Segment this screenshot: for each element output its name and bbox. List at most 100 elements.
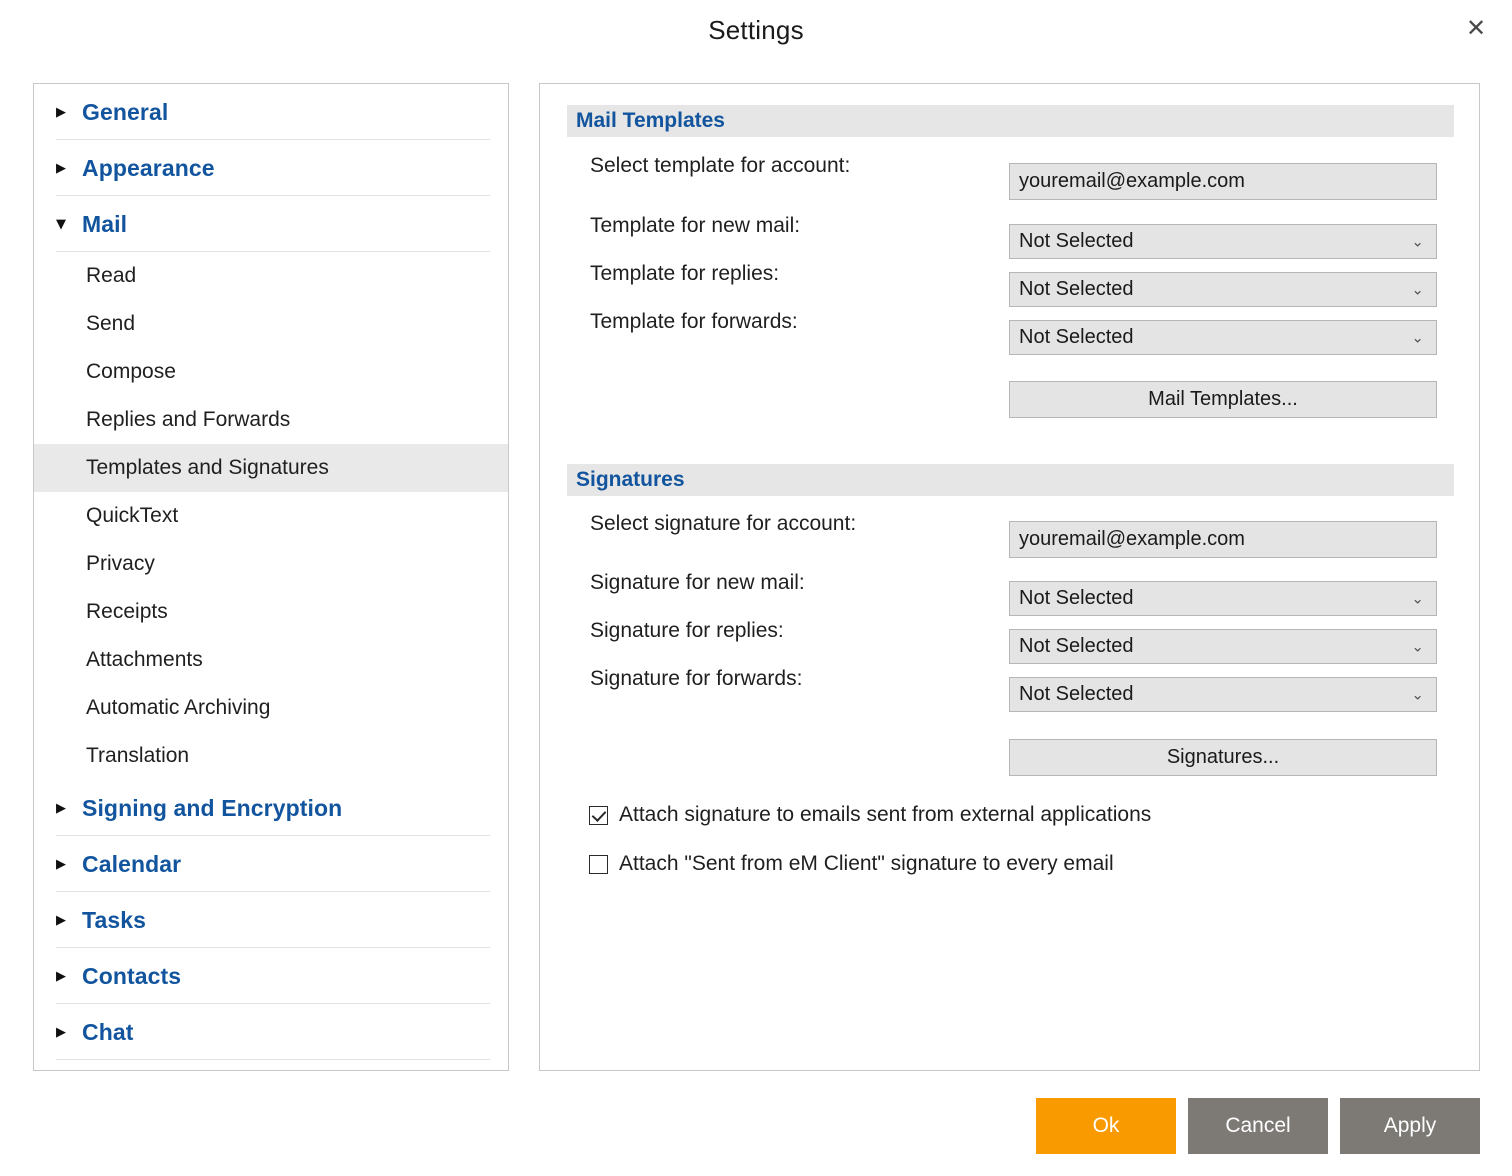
signatures-button-label: Signatures... bbox=[1166, 746, 1280, 768]
checkbox-attach-signature-external[interactable]: Attach signature to emails sent from ext… bbox=[589, 803, 1151, 827]
sidebar-group-label: Mail bbox=[82, 210, 128, 237]
select-signature-account-value: youremail@example.com bbox=[1019, 528, 1245, 550]
checkbox-indicator-checked[interactable] bbox=[589, 805, 608, 825]
sidebar-group-contacts[interactable]: ▶ Contacts bbox=[34, 948, 508, 1004]
chevron-right-icon: ▶ bbox=[56, 1024, 66, 1040]
sidebar-group-label: Appearance bbox=[82, 154, 215, 181]
sidebar-group-tasks[interactable]: ▶ Tasks bbox=[34, 892, 508, 948]
chevron-right-icon: ▶ bbox=[56, 968, 66, 984]
settings-content-panel: Mail Templates Select template for accou… bbox=[539, 83, 1480, 1071]
template-new-mail-value: Not Selected bbox=[1019, 230, 1134, 252]
section-header-signatures: Signatures bbox=[567, 464, 1454, 496]
section-header-mail-templates: Mail Templates bbox=[567, 105, 1454, 137]
sidebar-group-signing-and-encryption[interactable]: ▶ Signing and Encryption bbox=[34, 780, 508, 836]
sidebar-item-automatic-archiving[interactable]: Automatic Archiving bbox=[34, 684, 508, 732]
apply-button-label: Apply bbox=[1383, 1114, 1437, 1137]
chevron-right-icon: ▶ bbox=[56, 912, 66, 928]
chevron-down-icon: ⌄ bbox=[1411, 328, 1424, 346]
template-forwards-dropdown[interactable]: Not Selected ⌄ bbox=[1009, 320, 1437, 355]
chevron-right-icon: ▶ bbox=[56, 856, 66, 872]
sidebar-group-general[interactable]: ▶ General bbox=[34, 84, 508, 140]
sidebar-group-chat[interactable]: ▶ Chat bbox=[34, 1004, 508, 1060]
chevron-down-icon: ▼ bbox=[56, 216, 66, 232]
checkbox-attach-signature-external-label: Attach signature to emails sent from ext… bbox=[619, 803, 1152, 826]
label-select-signature-for-account: Select signature for account: bbox=[590, 512, 857, 535]
mail-templates-button-label: Mail Templates... bbox=[1148, 388, 1298, 410]
sidebar-item-label: Receipts bbox=[86, 600, 168, 623]
sidebar-item-label: Attachments bbox=[86, 648, 203, 671]
sidebar-item-replies-and-forwards[interactable]: Replies and Forwards bbox=[34, 396, 508, 444]
sidebar-group-label: Tasks bbox=[82, 906, 147, 933]
sidebar-group-label: Contacts bbox=[82, 962, 182, 989]
chevron-right-icon: ▶ bbox=[56, 160, 66, 176]
dialog-titlebar: Settings ✕ bbox=[0, 0, 1512, 66]
page-title: Settings bbox=[708, 15, 804, 45]
template-replies-dropdown[interactable]: Not Selected ⌄ bbox=[1009, 272, 1437, 307]
select-template-account-field[interactable]: youremail@example.com bbox=[1009, 163, 1437, 200]
template-forwards-value: Not Selected bbox=[1019, 326, 1134, 348]
section-header-mail-templates-label: Mail Templates bbox=[576, 109, 725, 132]
signature-new-mail-value: Not Selected bbox=[1019, 587, 1134, 609]
sidebar-group-label: Calendar bbox=[82, 850, 182, 877]
label-signature-for-forwards: Signature for forwards: bbox=[590, 667, 803, 690]
label-signature-for-replies: Signature for replies: bbox=[590, 619, 784, 642]
label-template-for-replies: Template for replies: bbox=[590, 262, 780, 285]
ok-button-label: Ok bbox=[1092, 1114, 1120, 1137]
sidebar-item-label: Translation bbox=[86, 744, 190, 767]
mail-templates-button[interactable]: Mail Templates... bbox=[1009, 381, 1437, 418]
sidebar-item-label: Send bbox=[86, 312, 136, 335]
chevron-right-icon: ▶ bbox=[56, 800, 66, 816]
sidebar-item-quicktext[interactable]: QuickText bbox=[34, 492, 508, 540]
sidebar-item-label: Read bbox=[86, 264, 137, 287]
sidebar-item-read[interactable]: Read bbox=[34, 252, 508, 300]
signatures-button[interactable]: Signatures... bbox=[1009, 739, 1437, 776]
settings-navigation-panel: ▶ General ▶ Appearance ▼ Mail Read Send Compose R… bbox=[33, 83, 509, 1071]
sidebar-item-label: Replies and Forwards bbox=[86, 408, 291, 431]
sidebar-group-label: Signing and Encryption bbox=[82, 794, 343, 821]
signature-new-mail-dropdown[interactable]: Not Selected ⌄ bbox=[1009, 581, 1437, 616]
sidebar-item-compose[interactable]: Compose bbox=[34, 348, 508, 396]
label-template-for-forwards: Template for forwards: bbox=[590, 310, 798, 333]
select-signature-account-field[interactable]: youremail@example.com bbox=[1009, 521, 1437, 558]
sidebar-item-label: QuickText bbox=[86, 504, 179, 527]
sidebar-item-receipts[interactable]: Receipts bbox=[34, 588, 508, 636]
cancel-button-label: Cancel bbox=[1225, 1114, 1291, 1137]
sidebar-item-translation[interactable]: Translation bbox=[34, 732, 508, 780]
sidebar-item-send[interactable]: Send bbox=[34, 300, 508, 348]
sidebar-group-mail[interactable]: ▼ Mail bbox=[34, 196, 508, 252]
label-signature-for-new-mail: Signature for new mail: bbox=[590, 571, 805, 594]
sidebar-group-label: Chat bbox=[82, 1018, 134, 1045]
signature-forwards-dropdown[interactable]: Not Selected ⌄ bbox=[1009, 677, 1437, 712]
chevron-down-icon: ⌄ bbox=[1411, 637, 1424, 655]
sidebar-item-label: Templates and Signatures bbox=[86, 456, 329, 479]
chevron-down-icon: ⌄ bbox=[1411, 685, 1424, 703]
apply-button[interactable]: Apply bbox=[1340, 1098, 1480, 1154]
chevron-down-icon: ⌄ bbox=[1411, 280, 1424, 298]
signature-replies-dropdown[interactable]: Not Selected ⌄ bbox=[1009, 629, 1437, 664]
template-new-mail-dropdown[interactable]: Not Selected ⌄ bbox=[1009, 224, 1437, 259]
sidebar-item-privacy[interactable]: Privacy bbox=[34, 540, 508, 588]
close-icon[interactable]: ✕ bbox=[1458, 10, 1494, 46]
sidebar-item-label: Compose bbox=[86, 360, 176, 383]
sidebar-item-label: Automatic Archiving bbox=[86, 696, 271, 719]
label-template-for-new-mail: Template for new mail: bbox=[590, 214, 801, 237]
sidebar-group-appearance[interactable]: ▶ Appearance bbox=[34, 140, 508, 196]
section-header-signatures-label: Signatures bbox=[576, 468, 685, 491]
sidebar-item-templates-and-signatures[interactable]: Templates and Signatures bbox=[34, 444, 508, 492]
sidebar-divider bbox=[56, 1059, 490, 1060]
signature-replies-value: Not Selected bbox=[1019, 635, 1134, 657]
select-template-account-value: youremail@example.com bbox=[1019, 170, 1245, 192]
label-select-template-for-account: Select template for account: bbox=[590, 154, 851, 177]
template-replies-value: Not Selected bbox=[1019, 278, 1134, 300]
checkbox-attach-sent-from-em-client-label: Attach "Sent from eM Client" signature t… bbox=[619, 852, 1114, 875]
signature-forwards-value: Not Selected bbox=[1019, 683, 1134, 705]
checkbox-attach-sent-from-em-client[interactable]: Attach "Sent from eM Client" signature t… bbox=[589, 852, 1114, 876]
sidebar-item-attachments[interactable]: Attachments bbox=[34, 636, 508, 684]
chevron-down-icon: ⌄ bbox=[1411, 589, 1424, 607]
checkbox-indicator-unchecked[interactable] bbox=[589, 854, 608, 874]
sidebar-item-label: Privacy bbox=[86, 552, 155, 575]
ok-button[interactable]: Ok bbox=[1036, 1098, 1176, 1154]
sidebar-group-label: General bbox=[82, 98, 169, 125]
sidebar-group-calendar[interactable]: ▶ Calendar bbox=[34, 836, 508, 892]
cancel-button[interactable]: Cancel bbox=[1188, 1098, 1328, 1154]
